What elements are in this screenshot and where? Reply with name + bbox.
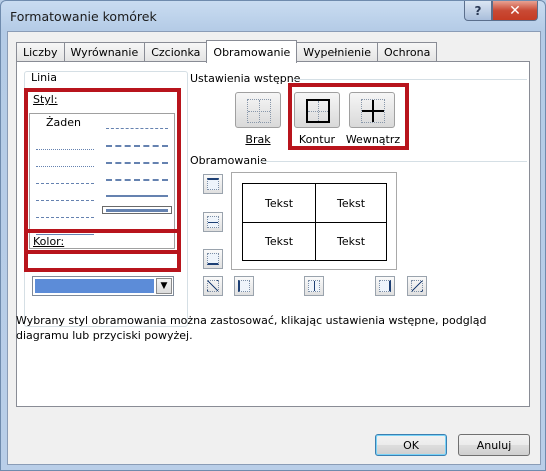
ok-button[interactable]: OK: [375, 434, 447, 456]
border-center-button[interactable]: [304, 276, 324, 296]
tab-liczby[interactable]: Liczby: [16, 42, 65, 62]
line-style-thick[interactable]: [106, 209, 168, 212]
border-right-icon: [379, 280, 391, 292]
diagonal-up-icon: [207, 280, 219, 292]
preset-outline-button[interactable]: [294, 92, 340, 128]
diagonal-down-icon: [411, 280, 423, 292]
color-label: Kolor:: [33, 235, 65, 248]
line-style-dotted[interactable]: [36, 166, 94, 167]
line-style-hair[interactable]: [36, 149, 94, 150]
border-left-button[interactable]: [234, 276, 254, 296]
preset-outline-icon: [306, 99, 330, 123]
style-label: Styl:: [33, 93, 58, 106]
preset-none-icon: [247, 99, 271, 123]
line-style-list[interactable]: Żaden: [29, 113, 175, 249]
close-button[interactable]: ✕: [492, 1, 538, 21]
close-icon: ✕: [509, 2, 521, 19]
border-label: Obramowanie: [190, 154, 267, 167]
preset-inside-icon: [361, 99, 385, 123]
tab-czcionka[interactable]: Czcionka: [144, 42, 208, 62]
line-style-dash-dot-dot[interactable]: [36, 183, 94, 184]
preview-cell: Tekst: [264, 235, 294, 248]
border-middle-button[interactable]: [203, 212, 223, 232]
preview-grid: Tekst Tekst Tekst Tekst: [242, 183, 387, 261]
preset-inside-button[interactable]: [349, 92, 395, 128]
line-style-double[interactable]: [106, 229, 168, 233]
border-preview-diagram[interactable]: Tekst Tekst Tekst Tekst: [231, 172, 397, 270]
preset-outline-label: Kontur: [298, 133, 336, 146]
line-style-slant-dash-dot[interactable]: [106, 145, 168, 147]
preview-cell: Tekst: [264, 196, 294, 210]
cancel-button[interactable]: Anuluj: [458, 434, 530, 456]
border-bottom-icon: [207, 253, 219, 265]
line-style-medium[interactable]: [106, 195, 168, 197]
border-diagonal-up-button[interactable]: [203, 276, 223, 296]
window-title: Formatowanie komórek: [10, 9, 157, 24]
line-group-label: Linia: [31, 71, 57, 84]
dialog-client: Liczby Wyrównanie Czcionka Obramowanie W…: [7, 31, 541, 465]
line-style-medium-dash-dot[interactable]: [106, 162, 168, 164]
preset-none-label: Brak: [245, 133, 271, 146]
line-style-medium-dashed[interactable]: [106, 179, 168, 181]
border-top-button[interactable]: [203, 174, 223, 194]
preview-cell: Tekst: [336, 196, 366, 210]
presets-separator: [293, 79, 527, 80]
border-right-button[interactable]: [375, 276, 395, 296]
color-swatch: [35, 279, 154, 293]
border-diagonal-down-button[interactable]: [407, 276, 427, 296]
dropdown-arrow-icon[interactable]: ▼: [156, 278, 172, 294]
tab-strip: Liczby Wyrównanie Czcionka Obramowanie W…: [16, 40, 438, 63]
description-text: Wybrany styl obramowania można zastosowa…: [16, 314, 487, 342]
line-style-dashed[interactable]: [36, 217, 94, 218]
border-bottom-button[interactable]: [203, 249, 223, 269]
color-dropdown[interactable]: ▼: [32, 276, 174, 296]
preset-inside-label: Wewnątrz: [345, 133, 401, 146]
preset-none-button[interactable]: [235, 92, 281, 128]
border-top-icon: [207, 178, 219, 190]
line-style-medium-dash-dot-dot[interactable]: [106, 128, 168, 129]
tab-wypelnienie[interactable]: Wypełnienie: [296, 42, 378, 62]
tab-obramowanie[interactable]: Obramowanie: [206, 40, 298, 63]
tab-wyrownanie[interactable]: Wyrównanie: [63, 42, 146, 62]
border-separator: [261, 161, 527, 162]
border-center-icon: [308, 280, 320, 292]
line-style-none[interactable]: Żaden: [46, 116, 81, 129]
preview-cell: Tekst: [336, 235, 366, 248]
dialog-window: Formatowanie komórek ? ✕ Liczby Wyrównan…: [0, 0, 546, 471]
line-style-dash-dot[interactable]: [36, 200, 94, 201]
help-button[interactable]: ?: [464, 1, 492, 21]
border-middle-icon: [207, 216, 219, 228]
presets-label: Ustawienia wstępne: [190, 72, 301, 85]
border-left-icon: [238, 280, 250, 292]
tab-ochrona[interactable]: Ochrona: [376, 42, 438, 62]
